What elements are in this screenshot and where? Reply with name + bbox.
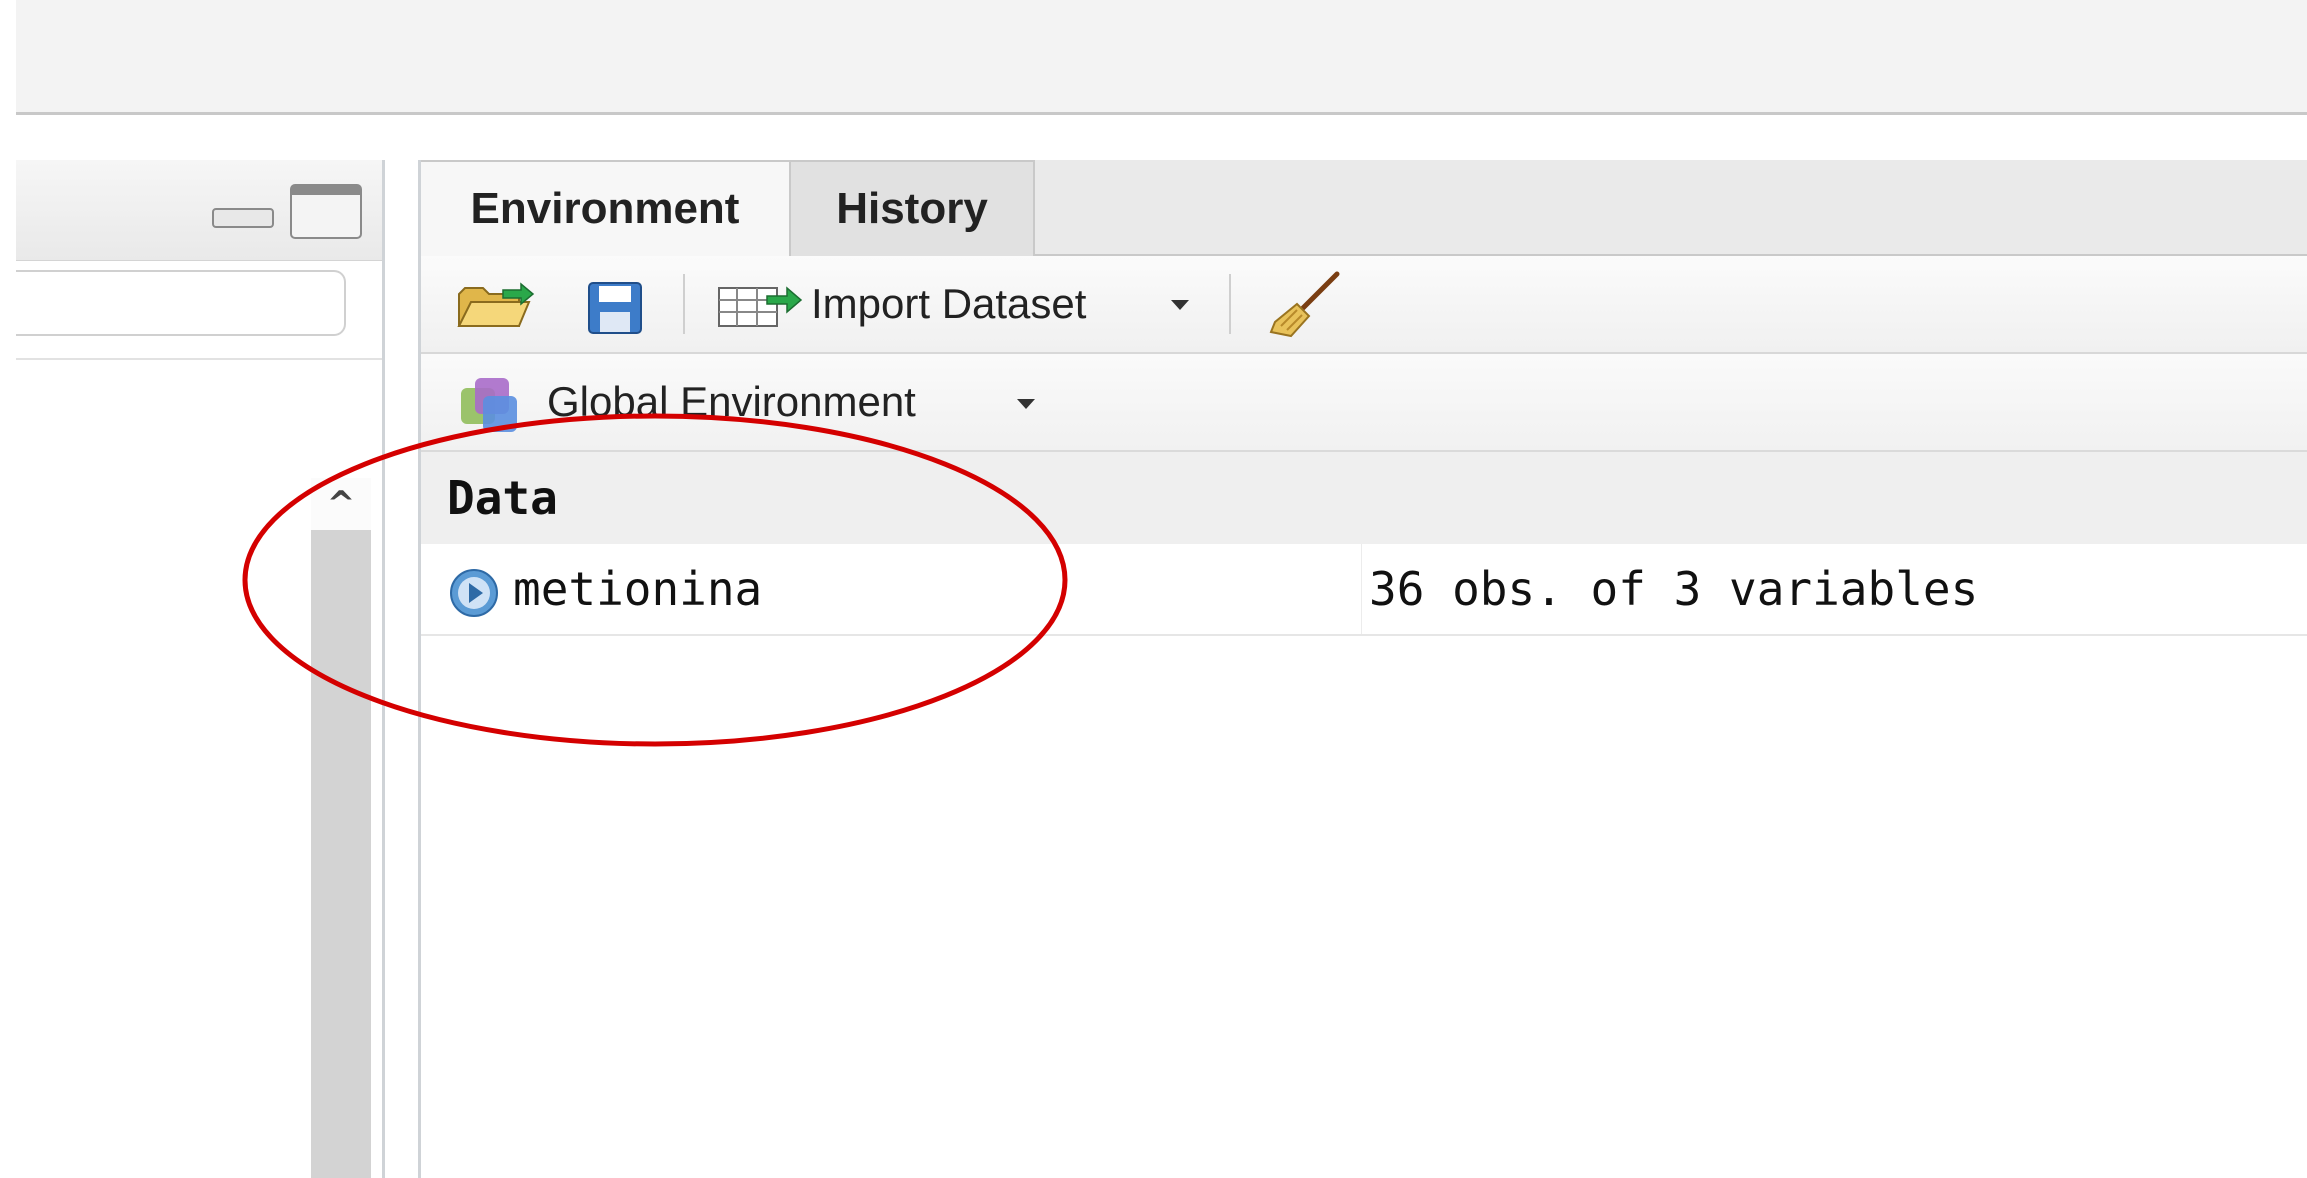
top-toolbar-area [0,0,2307,115]
environment-selector-bar: Global Environment [421,354,2307,452]
open-folder-icon[interactable] [455,280,535,330]
tab-bar: Environment History [421,160,2307,256]
vertical-scrollbar[interactable] [311,530,371,1178]
import-dropdown-caret-icon[interactable] [1171,300,1189,310]
toolbar-separator [683,274,685,334]
environment-toolbar: Import Dataset [421,256,2307,354]
left-pane-header [16,160,382,261]
tab-environment[interactable]: Environment [421,160,791,256]
import-dataset-button[interactable]: Import Dataset [811,274,1086,334]
save-icon[interactable] [586,280,644,336]
maximize-pane-button[interactable] [290,184,362,239]
expand-play-icon[interactable] [449,568,499,618]
global-environment-dropdown[interactable]: Global Environment [547,372,916,432]
minimize-pane-button[interactable] [212,208,274,228]
scroll-up-arrow-icon[interactable]: ^ [311,478,371,530]
environment-row[interactable]: metionina 36 obs. of 3 variables [421,544,2307,636]
left-pane-input[interactable] [16,270,346,336]
environment-dropdown-caret-icon[interactable] [1017,399,1035,409]
tab-history[interactable]: History [791,160,1035,256]
object-summary: 36 obs. of 3 variables [1369,562,1979,616]
left-pane-divider [16,358,382,360]
object-name[interactable]: metionina [513,544,762,634]
data-section-label: Data [447,471,558,525]
row-name-cell: metionina [421,544,1362,634]
toolbar-separator [1229,274,1231,334]
window-left-edge [0,0,16,1178]
environment-icon [461,378,517,432]
import-dataset-icon[interactable] [717,282,803,330]
left-pane: ^ [16,160,385,1178]
broom-clear-icon[interactable] [1267,270,1343,338]
pane-gap [16,115,2307,160]
data-section-header: Data [421,452,2307,544]
environment-pane: Environment History Import Dataset Globa… [418,160,2307,1178]
